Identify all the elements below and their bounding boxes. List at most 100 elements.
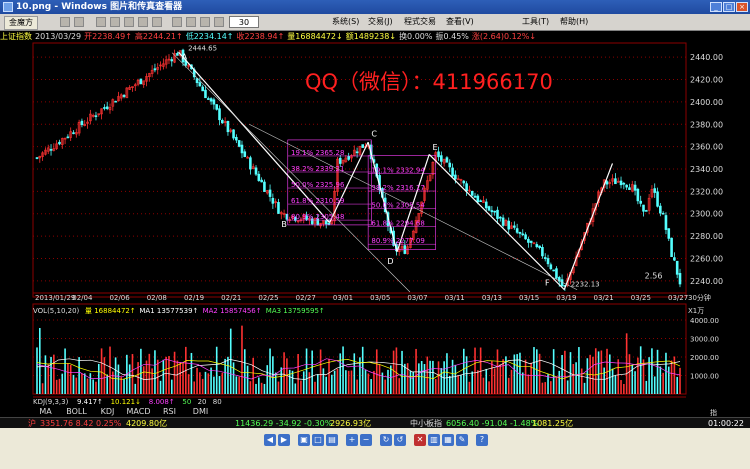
- open-value: 开2238.49↑: [84, 32, 132, 41]
- menu-view[interactable]: 查看(V): [446, 14, 474, 30]
- volume-tick-label: 4000.00: [690, 317, 719, 325]
- candle-body: [139, 78, 143, 85]
- quote-info-bar: 上证指数 2013/03/29 开2238.49↑ 高2244.21↑ 低2234.14…: [0, 31, 750, 42]
- period-icon[interactable]: [172, 17, 182, 27]
- zoom-out-icon[interactable]: −: [360, 434, 372, 446]
- slideshow-icon[interactable]: ▤: [326, 434, 338, 446]
- candle-body: [625, 184, 628, 188]
- minimize-button[interactable]: _: [710, 2, 722, 12]
- print-icon[interactable]: ▥: [428, 434, 440, 446]
- candle-body: [105, 106, 109, 109]
- time-tick-label: 02/27: [296, 294, 316, 302]
- actual-size-icon[interactable]: □: [312, 434, 324, 446]
- tab-macd[interactable]: MACD: [123, 406, 154, 417]
- indicator-icon[interactable]: [138, 17, 148, 27]
- kdj-value: 9.417↑: [77, 398, 103, 406]
- volume-value: MA1 13577539↑: [139, 307, 198, 315]
- candle-body: [215, 104, 219, 110]
- candle-body: [277, 202, 280, 214]
- back-icon[interactable]: [60, 17, 70, 27]
- close-value: 收2238.94↑: [236, 32, 285, 41]
- candle-body: [636, 188, 640, 202]
- watermark-text: QQ（微信）：411966170: [305, 70, 553, 94]
- candle-body: [35, 157, 39, 159]
- window-titlebar: 10.png - Windows 图片和传真查看器 _ □ ×: [0, 0, 750, 14]
- best-fit-icon[interactable]: ▣: [298, 434, 310, 446]
- kdj-value: 20: [198, 398, 207, 406]
- candle-body: [639, 200, 642, 204]
- chart-icon[interactable]: [110, 17, 120, 27]
- candle-body: [479, 200, 482, 203]
- candle-body: [249, 157, 252, 170]
- zoom-in-icon[interactable]: +: [346, 434, 358, 446]
- time-tick-label: 03/07: [407, 294, 427, 302]
- candle-body: [673, 257, 676, 261]
- period-select[interactable]: 30: [229, 16, 259, 28]
- time-tick-label: 03/21: [594, 294, 614, 302]
- menu-help[interactable]: 帮助(H): [560, 14, 588, 30]
- price-tick-label: 2320.00: [690, 187, 723, 196]
- candle-body: [243, 151, 247, 157]
- candle-body: [518, 231, 522, 234]
- candle-body: [440, 155, 443, 162]
- candle-body: [535, 244, 539, 248]
- candle-body: [103, 107, 106, 109]
- save-icon[interactable]: ▦: [442, 434, 454, 446]
- fib-level-label: 19.1% 2365.28: [291, 149, 344, 157]
- close-button[interactable]: ×: [736, 2, 748, 12]
- candle-body: [546, 258, 550, 265]
- rotate-cw-icon[interactable]: ↻: [380, 434, 392, 446]
- tab-kdj[interactable]: KDJ: [92, 406, 123, 417]
- time-tick-label: 2013/01/29: [35, 294, 75, 302]
- maximize-button[interactable]: □: [723, 2, 735, 12]
- refresh-icon[interactable]: [96, 17, 106, 27]
- grid-icon[interactable]: [200, 17, 210, 27]
- volume-tick-label: 2000.00: [690, 354, 719, 362]
- rotate-ccw-icon[interactable]: ↺: [394, 434, 406, 446]
- kdj-value: 10.121↓: [111, 398, 141, 406]
- volume-value: MA2 15857456↑: [203, 307, 262, 315]
- app-logo: 金魔方: [4, 16, 38, 30]
- edit-icon[interactable]: ✎: [456, 434, 468, 446]
- candle-body: [72, 132, 75, 135]
- time-tick-label: 02/06: [109, 294, 130, 302]
- candle-body: [670, 237, 673, 258]
- app-icon: [3, 2, 13, 12]
- stock-chart[interactable]: 2440.00 2420.00 2400.00 2380.00 2360.00 2340.…: [0, 42, 750, 428]
- candle-body: [524, 234, 527, 240]
- time-tick-label: 02/25: [258, 294, 278, 302]
- tab-rsi[interactable]: RSI: [154, 406, 185, 417]
- time-tick-label: 03/27: [668, 294, 688, 302]
- tab-dmi[interactable]: DMI: [185, 406, 216, 417]
- menu-system[interactable]: 系统(S): [332, 14, 359, 30]
- f10-icon[interactable]: [124, 17, 134, 27]
- layout-icon[interactable]: [186, 17, 196, 27]
- menu-tools[interactable]: 工具(T): [522, 14, 549, 30]
- menu-program-trade[interactable]: 程式交易: [404, 14, 436, 30]
- candle-body: [622, 182, 626, 185]
- settings-icon[interactable]: [214, 17, 224, 27]
- tab-boll[interactable]: BOLL: [61, 406, 92, 417]
- tab-ma[interactable]: MA: [30, 406, 61, 417]
- kdj-right-label: 指: [710, 408, 717, 417]
- amplitude-value: 振0.45%: [435, 32, 469, 41]
- candle-body: [206, 98, 210, 100]
- kdj-label: KDJ(9,3,3): [33, 398, 69, 406]
- candle-body: [347, 156, 350, 160]
- low-price-label: 2232.13: [571, 280, 600, 288]
- candle-body: [122, 95, 126, 97]
- candle-body: [338, 157, 342, 164]
- next-icon[interactable]: ▶: [278, 434, 290, 446]
- turnover-value: 换0.00%: [399, 32, 433, 41]
- time-tick-label: 03/15: [519, 294, 539, 302]
- prev-icon[interactable]: ◀: [264, 434, 276, 446]
- delete-icon[interactable]: ✕: [414, 434, 426, 446]
- forward-icon[interactable]: [74, 17, 84, 27]
- time-tick-label: 03/25: [631, 294, 651, 302]
- candle-body: [195, 78, 199, 84]
- menu-trade[interactable]: 交易(J): [368, 14, 393, 30]
- draw-tool-icon[interactable]: [152, 17, 162, 27]
- time-tick-label: 03/13: [482, 294, 502, 302]
- index-name: 上证指数: [0, 32, 32, 41]
- help-icon[interactable]: ?: [476, 434, 488, 446]
